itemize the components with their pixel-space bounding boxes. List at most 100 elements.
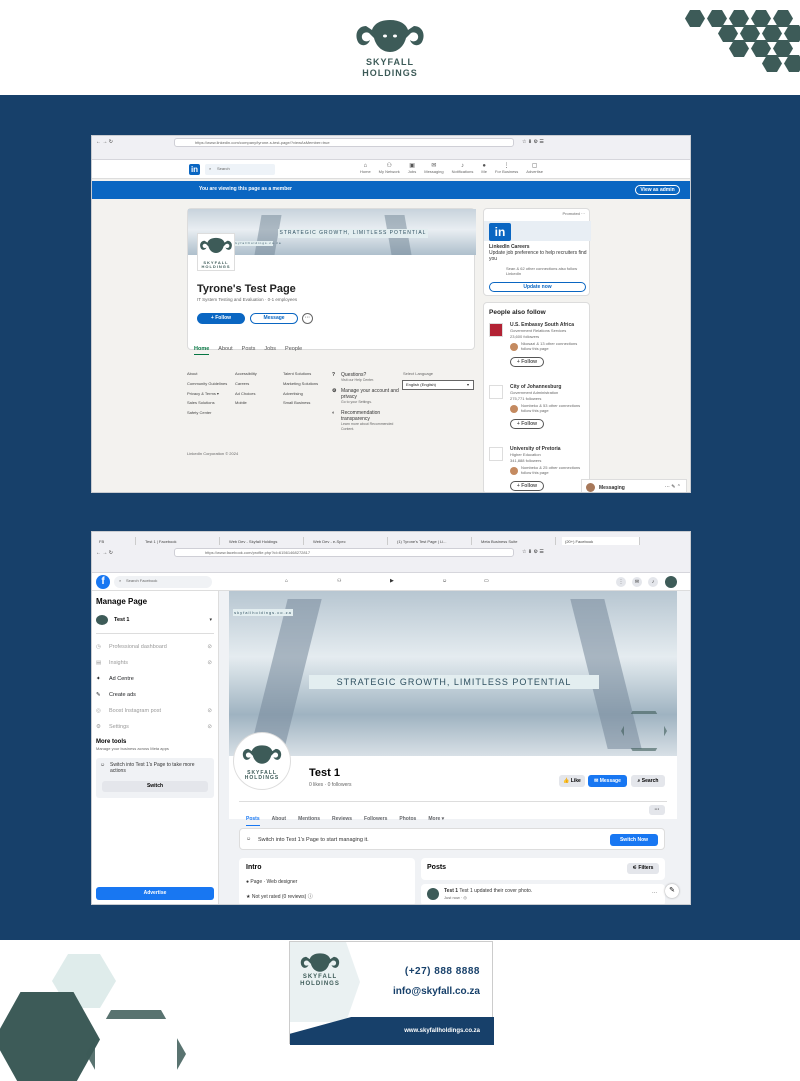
footer-link[interactable]: Talent Solutions — [283, 371, 329, 377]
post-menu-icon[interactable]: ··· — [652, 890, 657, 896]
nav-item-home[interactable]: ⌂ Home — [360, 163, 371, 175]
browser-toolbar-icons[interactable]: ☆ ⬇ ⚙ ☰ — [522, 139, 544, 145]
messaging-controls-icon[interactable]: ··· ✎ ⌃ — [665, 484, 681, 490]
page-tab-photos[interactable]: Photos — [399, 816, 416, 822]
footer-link[interactable]: Ad Choices — [235, 391, 281, 397]
browser-tab[interactable]: Test 1 | Facebook — [142, 537, 220, 545]
browser-nav-icons[interactable]: ← → ↻ — [96, 550, 113, 556]
linkedin-logo-icon[interactable]: in — [189, 164, 200, 175]
switch-button[interactable]: Switch — [102, 781, 208, 792]
filters-button[interactable]: ⚟ Filters — [627, 863, 659, 874]
info-icon[interactable]: ⓘ — [308, 894, 313, 900]
browser-tab[interactable]: (20+) Facebook — [562, 537, 640, 545]
video-icon[interactable]: ▶ — [390, 578, 394, 584]
help-item[interactable]: ◐ Recommendation transparency Learn more a… — [332, 410, 400, 430]
footer-link[interactable]: Sales Solutions — [187, 401, 233, 406]
friends-icon[interactable]: ⚇ — [337, 578, 341, 584]
footer-link[interactable]: Advertising — [283, 391, 329, 397]
fb-search-button[interactable]: ⌕ Search — [631, 775, 665, 787]
footer-link[interactable]: Marketing Solutions — [283, 381, 329, 387]
compose-icon[interactable]: ✎ — [665, 884, 679, 898]
facebook-search-input[interactable]: Search Facebook — [126, 578, 157, 584]
page-tab-about[interactable]: About — [272, 816, 286, 822]
help-item[interactable]: ⚙ Manage your account and privacy Go to yo… — [332, 388, 400, 404]
suggestion-follow-button[interactable]: + Follow — [510, 419, 544, 429]
view-as-admin-button[interactable]: View as admin — [635, 185, 680, 195]
url-text[interactable]: https://www.facebook.com/profile.php?id=… — [205, 550, 310, 556]
nav-item-for-business[interactable]: ⋮ For Business — [495, 163, 518, 175]
follow-button[interactable]: + Follow — [197, 313, 245, 324]
nav-item-messaging[interactable]: ✉ Messaging — [424, 163, 443, 175]
language-select[interactable]: English (English) ▾ — [402, 380, 474, 390]
star-icon: ★ — [246, 894, 251, 900]
browser-tab[interactable]: Web Dev - Skyfall Holdings — [226, 537, 304, 545]
switch-now-button[interactable]: Switch Now — [610, 834, 658, 846]
home-icon[interactable]: ⌂ — [285, 578, 288, 584]
lock-icon: ⊘ — [207, 724, 212, 730]
suggestion-follow-button[interactable]: + Follow — [510, 481, 544, 491]
footer-link[interactable]: Mobile — [235, 401, 281, 406]
footer-link[interactable]: About — [187, 371, 233, 377]
sidebar-item-ad-centre[interactable]: ✦ Ad Centre — [96, 671, 214, 687]
sidebar-item-label: Insights — [109, 660, 128, 666]
browser-nav-icons[interactable]: ← → ↻ — [96, 139, 113, 145]
messaging-bar[interactable]: Messaging ··· ✎ ⌃ — [581, 479, 687, 492]
nav-item-advertise[interactable]: ▢ Advertise — [526, 163, 543, 175]
nav-item-my-network[interactable]: ⚇ My Network — [379, 163, 400, 175]
tab-about[interactable]: About — [218, 346, 232, 354]
page-title: Tyrone's Test Page — [197, 283, 296, 295]
page-tab-posts[interactable]: Posts — [246, 816, 260, 826]
nav-item-jobs[interactable]: ▣ Jobs — [408, 163, 416, 175]
sidebar-item-insights[interactable]: ▤ Insights ⊘ — [96, 655, 214, 671]
browser-tab[interactable]: (1) Tyrone's Test Page | Li... — [394, 537, 472, 545]
tab-jobs[interactable]: Jobs — [264, 346, 276, 354]
ad-card: Promoted ··· in LinkedIn Careers Update … — [483, 208, 591, 296]
more-options-button[interactable]: ··· — [649, 805, 665, 815]
footer-link[interactable]: Community Guidelines — [187, 381, 233, 387]
message-button[interactable]: Message — [250, 313, 298, 324]
browser-toolbar-icons[interactable]: ☆ ⬇ ⚙ ☰ — [522, 549, 544, 555]
nav-item-me[interactable]: ● Me — [481, 163, 487, 175]
browser-tab[interactable]: Meta Business Suite — [478, 537, 556, 545]
page-tab-more[interactable]: More ▾ — [428, 816, 444, 822]
notifications-icon[interactable]: ♪ — [648, 577, 658, 587]
fb-cover-tagline: STRATEGIC GROWTH, LIMITLESS POTENTIAL — [309, 675, 599, 689]
page-tab-followers[interactable]: Followers — [364, 816, 387, 822]
groups-icon[interactable]: ☺ — [442, 578, 447, 584]
messenger-icon[interactable]: ✉ — [632, 577, 642, 587]
sidebar-item-professional-dashboard[interactable]: ◷ Professional dashboard ⊘ — [96, 639, 214, 655]
footer-link[interactable]: Small Business — [283, 401, 329, 406]
nav-label: Me — [481, 169, 487, 175]
url-text[interactable]: https://www.linkedin.com/company/tyrone-… — [195, 140, 330, 146]
facebook-logo-icon[interactable]: f — [96, 575, 110, 589]
suggestion-follow-button[interactable]: + Follow — [510, 357, 544, 367]
sidebar-item-boost-instagram-post[interactable]: ◎ Boost Instagram post ⊘ — [96, 703, 214, 719]
linkedin-search-input[interactable]: Search — [217, 166, 230, 172]
sidebar-item-settings[interactable]: ⚙ Settings ⊘ — [96, 719, 214, 735]
advertise-button[interactable]: Advertise — [96, 887, 214, 900]
sidebar-page-selector[interactable]: Test 1 ▾ — [96, 613, 214, 627]
menu-grid-icon[interactable]: ⋮ — [616, 577, 626, 587]
help-item[interactable]: ? Questions? Visit our Help Center. — [332, 372, 400, 382]
sidebar-item-create-ads[interactable]: ✎ Create ads — [96, 687, 214, 703]
footer-link[interactable]: Accessibility — [235, 371, 281, 377]
avatar[interactable] — [665, 576, 677, 588]
gaming-icon[interactable]: ▭ — [484, 578, 489, 584]
like-button[interactable]: 👍 Like — [559, 775, 585, 787]
page-tab-reviews[interactable]: Reviews — [332, 816, 352, 822]
nav-item-notifications[interactable]: ♪ Notifications — [452, 163, 474, 175]
page-tab-mentions[interactable]: Mentions — [298, 816, 320, 822]
facebook-screenshot: FB Test 1 | Facebook Web Dev - Skyfall Hol… — [91, 531, 691, 905]
tab-people[interactable]: People — [285, 346, 302, 354]
footer-link[interactable]: Careers — [235, 381, 281, 387]
sidebar-item-label: Settings — [109, 724, 129, 730]
fb-message-button[interactable]: ✉ Message — [588, 775, 627, 787]
footer-link[interactable]: Safety Center — [187, 410, 233, 416]
more-options-button[interactable]: ··· — [302, 313, 313, 324]
tab-home[interactable]: Home — [194, 346, 210, 355]
footer-link[interactable]: Privacy & Terms ▾ — [187, 391, 233, 397]
tab-posts[interactable]: Posts — [242, 346, 256, 354]
browser-tab[interactable]: Web Dev - e-Spec — [310, 537, 388, 545]
browser-tab[interactable]: FB — [96, 537, 136, 545]
update-now-button[interactable]: Update now — [489, 282, 586, 292]
